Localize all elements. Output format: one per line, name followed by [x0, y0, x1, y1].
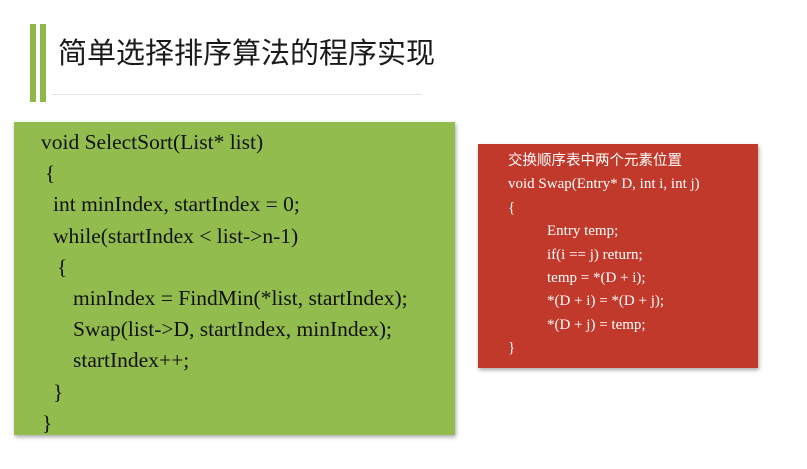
code-line: } [42, 410, 53, 435]
code-line: int minIndex, startIndex = 0; [53, 192, 300, 217]
code-line: *(D + i) = *(D + j); [547, 293, 665, 310]
code-line: { [508, 199, 516, 216]
slide-title: 简单选择排序算法的程序实现 [58, 36, 436, 70]
code-line: *(D + j) = temp; [547, 316, 646, 333]
select-sort-code-box: void SelectSort(List* list) { int minInd… [14, 122, 455, 435]
swap-function-code-box: 交换顺序表中两个元素位置 void Swap(Entry* D, int i, … [478, 144, 758, 368]
code-line: if(i == j) return; [547, 246, 643, 263]
code-line: Swap(list->D, startIndex, minIndex); [73, 317, 393, 342]
title-accent-bar-right [40, 24, 46, 102]
code-line: void SelectSort(List* list) [41, 130, 264, 154]
code-line: } [508, 340, 516, 357]
title-divider [52, 94, 422, 95]
code-line: Entry temp; [547, 223, 619, 240]
code-line: } [53, 379, 64, 404]
code-line: temp = *(D + i); [547, 269, 646, 286]
code-line: { [57, 254, 68, 279]
code-line: { [45, 161, 56, 186]
code-line: void Swap(Entry* D, int i, int j) [508, 176, 700, 193]
title-accent-bar-left [30, 24, 36, 102]
code-line: minIndex = FindMin(*list, startIndex); [73, 285, 408, 310]
swap-comment: 交换顺序表中两个元素位置 [508, 153, 682, 169]
code-line: while(startIndex < list->n-1) [53, 223, 299, 248]
code-line: startIndex++; [73, 348, 190, 373]
